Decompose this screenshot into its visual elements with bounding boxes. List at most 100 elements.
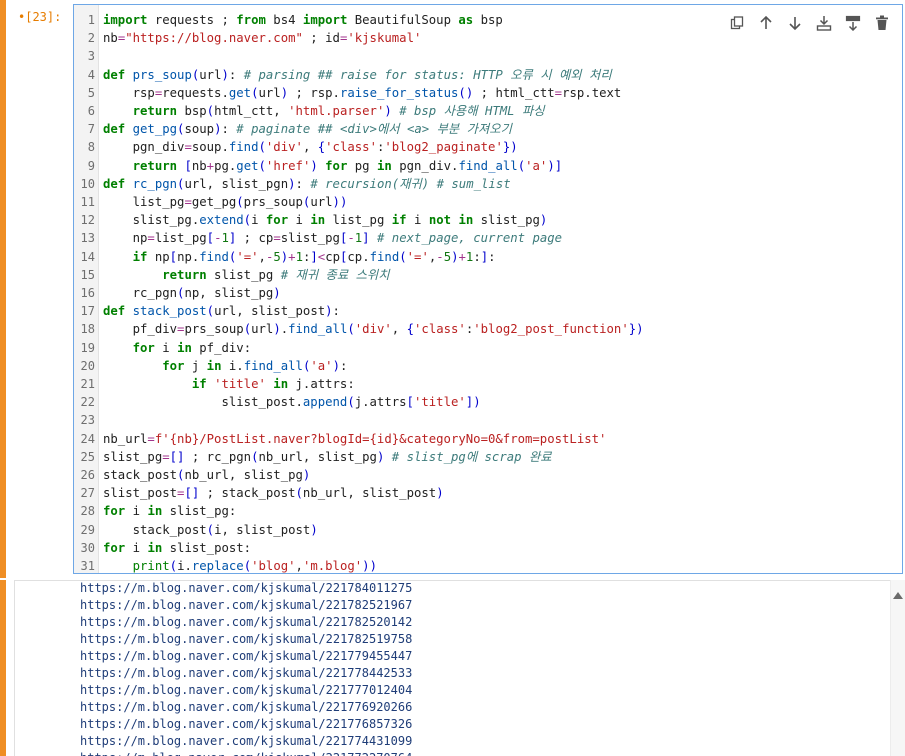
code-line[interactable]: 23	[74, 411, 894, 429]
line-number: 17	[80, 304, 95, 319]
output-collapse-bar[interactable]	[0, 580, 6, 756]
delete-cell-button[interactable]	[867, 13, 896, 33]
code-text: slist_post=[] ; stack_post(nb_url, slist…	[103, 486, 444, 501]
code-line[interactable]: 5 rsp=requests.get(url) ; rsp.raise_for_…	[74, 84, 894, 102]
output-scrollbar[interactable]	[890, 580, 905, 756]
code-text: rsp=requests.get(url) ; rsp.raise_for_st…	[103, 85, 622, 100]
line-number: 28	[80, 504, 95, 519]
cell-selection-bar	[0, 0, 6, 578]
line-number: 29	[80, 522, 95, 537]
output-line: https://m.blog.naver.com/kjskumal/221772…	[80, 750, 412, 756]
code-text: for i in slist_post:	[103, 540, 252, 555]
line-number: 30	[80, 540, 95, 555]
code-line[interactable]: 27 slist_post=[] ; stack_post(nb_url, sli…	[74, 484, 894, 502]
insert-above-button[interactable]	[809, 13, 838, 33]
cell-toolbar	[722, 13, 896, 33]
code-text: slist_post.append(j.attrs['title'])	[103, 395, 481, 410]
code-text: stack_post(i, slist_post)	[103, 522, 318, 537]
code-line[interactable]: 25 slist_pg=[] ; rc_pgn(nb_url, slist_pg)…	[74, 448, 894, 466]
code-line[interactable]: 18 pf_div=prs_soup(url).find_all('div', …	[74, 320, 894, 338]
line-number: 6	[87, 104, 95, 118]
output-line: https://m.blog.naver.com/kjskumal/221778…	[80, 666, 413, 680]
code-line[interactable]: 30 for i in slist_post:	[74, 539, 894, 557]
line-number: 23	[80, 413, 95, 428]
code-text: for j in i.find_all('a'):	[162, 358, 348, 373]
code-text: import requests ; from bs4 import Beauti…	[103, 13, 503, 27]
line-number: 21	[80, 377, 95, 391]
line-number: 24	[80, 431, 95, 446]
line-number: 2	[87, 31, 95, 46]
scroll-up-arrow-icon[interactable]	[893, 592, 903, 599]
code-line[interactable]: 3	[74, 47, 894, 65]
code-line[interactable]: 4 def prs_soup(url): # parsing ## raise f…	[74, 66, 894, 84]
line-number: 3	[87, 49, 95, 64]
code-line[interactable]: 31 print(i.replace('blog','m.blog'))	[74, 557, 894, 573]
code-text: def stack_post(url, slist_post):	[103, 304, 340, 319]
code-line[interactable]: 21 if 'title' in j.attrs:	[74, 375, 894, 393]
line-number: 10	[80, 176, 95, 191]
code-text: print(i.replace('blog','m.blog'))	[132, 559, 377, 573]
code-text: def get_pg(soup): # paginate ## <div>에서 …	[103, 122, 512, 137]
move-up-icon	[759, 15, 772, 29]
code-line[interactable]: 7 def get_pg(soup): # paginate ## <div>에서…	[74, 120, 894, 138]
output-line: https://m.blog.naver.com/kjskumal/221782…	[80, 598, 413, 612]
code-line[interactable]: 9 return [nb+pg.get('href') for pg in pg…	[74, 157, 894, 175]
code-text: rc_pgn(np, slist_pg)	[103, 286, 281, 300]
output-line: https://m.blog.naver.com/kjskumal/221776…	[80, 717, 413, 731]
line-number: 25	[80, 449, 95, 464]
code-editor[interactable]: 1 import requests ; from bs4 import Beaut…	[73, 4, 903, 574]
code-line[interactable]: 16 rc_pgn(np, slist_pg)	[74, 284, 894, 302]
code-text: slist_pg.extend(i for i in list_pg if i …	[103, 213, 548, 228]
code-line[interactable]: 24 nb_url=f'{nb}/PostList.naver?blogId={i…	[74, 430, 894, 448]
code-line[interactable]: 29 stack_post(i, slist_post)	[74, 521, 894, 539]
copy-cell-icon	[730, 16, 743, 30]
code-cell[interactable]: •[23]: 1 import requests ; from bs4 impor…	[0, 0, 905, 578]
line-number: 22	[80, 395, 95, 410]
output-line: https://m.blog.naver.com/kjskumal/221784…	[80, 581, 413, 595]
line-number: 4	[87, 67, 95, 82]
move-down-icon	[788, 17, 801, 31]
line-number: 31	[80, 559, 95, 573]
code-text: stack_post(nb_url, slist_pg)	[103, 468, 311, 482]
code-text: pf_div=prs_soup(url).find_all('div', {'c…	[103, 322, 644, 337]
line-number: 11	[80, 195, 95, 209]
code-line[interactable]: 20 for j in i.find_all('a'):	[74, 357, 894, 375]
line-number: 27	[80, 486, 95, 501]
line-number: 16	[80, 286, 95, 300]
code-line[interactable]: 8 pgn_div=soup.find('div', {'class':'blo…	[74, 138, 894, 156]
code-line[interactable]: 6 return bsp(html_ctt, 'html.parser') # …	[74, 102, 894, 120]
code-line[interactable]: 22 slist_post.append(j.attrs['title'])	[74, 393, 894, 411]
output-area: https://m.blog.naver.com/kjskumal/221784…	[14, 580, 891, 756]
line-number: 7	[87, 122, 95, 137]
code-line[interactable]: 11 list_pg=get_pg(prs_soup(url))	[74, 193, 894, 211]
code-text: np=list_pg[-1] ; cp=slist_pg[-1] # next_…	[103, 231, 563, 246]
code-line[interactable]: 10 def rc_pgn(url, slist_pgn): # recursio…	[74, 175, 894, 193]
code-line[interactable]: 13 np=list_pg[-1] ; cp=slist_pg[-1] # ne…	[74, 229, 894, 247]
insert-above-icon	[816, 16, 831, 31]
copy-cell-button[interactable]	[722, 13, 751, 33]
code-text: pgn_div=soup.find('div', {'class':'blog2…	[103, 140, 518, 155]
move-up-button[interactable]	[751, 13, 780, 33]
code-line[interactable]: 19 for i in pf_div:	[74, 339, 894, 357]
insert-below-button[interactable]	[838, 13, 867, 33]
code-line[interactable]: 14 if np[np.find('=',-5)+1:]<cp[cp.find(…	[74, 248, 894, 266]
code-text: if np[np.find('=',-5)+1:]<cp[cp.find('='…	[132, 249, 496, 264]
execution-count: •[23]:	[18, 10, 62, 24]
output-line: https://m.blog.naver.com/kjskumal/221777…	[80, 683, 413, 697]
code-line[interactable]: 26 stack_post(nb_url, slist_pg)	[74, 466, 894, 484]
code-line[interactable]: 12 slist_pg.extend(i for i in list_pg if…	[74, 211, 894, 229]
code-text: for i in slist_pg:	[103, 504, 237, 519]
code-line[interactable]: 28 for i in slist_pg:	[74, 502, 894, 520]
line-number: 13	[80, 231, 95, 246]
code-line[interactable]: 17 def stack_post(url, slist_post):	[74, 302, 894, 320]
output-line: https://m.blog.naver.com/kjskumal/221782…	[80, 615, 413, 629]
code-text: nb="https://blog.naver.com" ; id='kjskum…	[103, 31, 422, 46]
line-number: 20	[80, 358, 95, 373]
code-text: slist_pg=[] ; rc_pgn(nb_url, slist_pg) #…	[103, 449, 552, 464]
output-line: https://m.blog.naver.com/kjskumal/221776…	[80, 700, 413, 714]
code-text: def rc_pgn(url, slist_pgn): # recursion(…	[103, 176, 511, 191]
code-line[interactable]: 15 return slist_pg # 재귀 종료 스위치	[74, 266, 894, 284]
output-line: https://m.blog.naver.com/kjskumal/221779…	[80, 649, 413, 663]
move-down-button[interactable]	[780, 13, 809, 33]
line-number: 15	[80, 267, 95, 282]
